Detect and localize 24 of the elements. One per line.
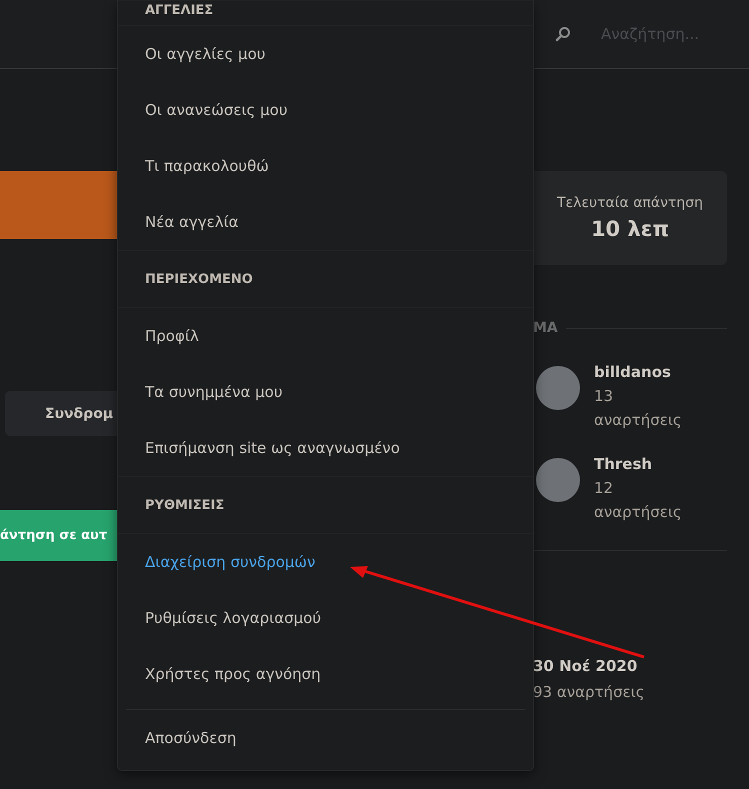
menu-item[interactable]: Οι ανανεώσεις μου [118,82,533,138]
menu-item[interactable]: Ρυθμίσεις λογαριασμού [118,590,533,646]
date-text: 30 Νοέ 2020 [533,656,638,677]
menu-heading: ΑΓΓΕΛΙΕΣ [145,3,214,18]
menu-item[interactable]: Επισήμανση site ως αναγνωσμένο [118,420,533,476]
menu-item[interactable]: Τα συνημμένα μου [118,364,533,420]
post-count: 12 αναρτήσεις [594,478,683,523]
section-heading: ΜΑ [533,320,558,336]
menu-item[interactable]: Προφίλ [118,308,533,364]
post-count: 13 αναρτήσεις [594,386,683,431]
stat-value: 10 λεπ [590,217,670,241]
menu-heading: ΠΕΡΙΕΧΟΜΕΝΟ [145,272,253,286]
menu-item[interactable]: Τι παρακολουθώ [118,138,533,194]
user-name[interactable]: billdanos [594,360,704,384]
menu-item[interactable]: Διαχείριση συνδρομών [118,534,533,590]
menu-item[interactable]: Οι αγγελίες μου [118,26,533,82]
stat-label: Τελευταία απάντηση [557,195,703,211]
menu-item[interactable]: Νέα αγγελία [118,194,533,250]
user-name[interactable]: Thresh [594,452,704,476]
menu-heading: ΡΥΘΜΙΣΕΙΣ [145,498,224,512]
menu-item[interactable]: Χρήστες προς αγνόηση [118,646,533,702]
subscribe-button[interactable]: Συνδρομ [5,391,117,436]
logout-item[interactable]: Αποσύνδεση [118,710,533,766]
post-count: 93 αναρτήσεις [533,682,646,703]
